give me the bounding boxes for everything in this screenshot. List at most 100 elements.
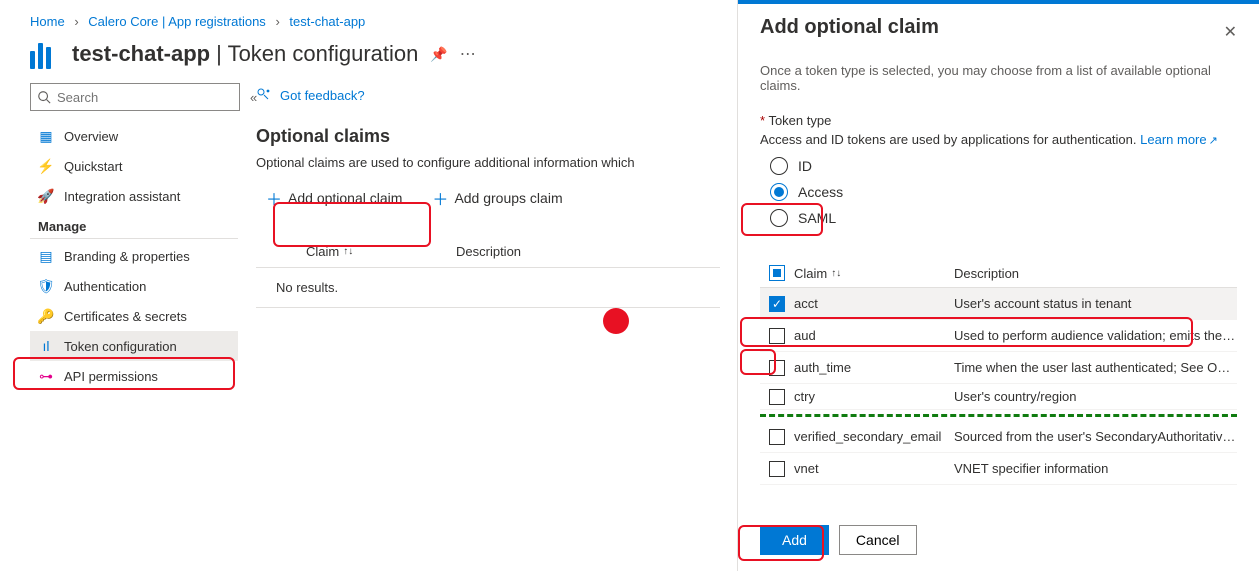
claim-name: vnet: [794, 461, 954, 476]
claim-name: acct: [794, 296, 954, 311]
checkbox-icon[interactable]: [769, 360, 785, 376]
claim-name: ctry: [794, 389, 954, 404]
pin-icon[interactable]: 📌: [430, 46, 447, 63]
claim-desc: User's country/region: [954, 389, 1237, 404]
api-icon: ⊶: [38, 368, 54, 384]
add-optional-claim-button[interactable]: ＋ Add optional claim: [256, 180, 412, 216]
cut-line: [760, 414, 1237, 417]
sort-icon: ↑↓: [831, 268, 841, 279]
app-icon: [30, 39, 60, 69]
checkbox-icon[interactable]: [769, 429, 785, 445]
token-icon: ıl: [38, 338, 54, 354]
sidebar-item-certs[interactable]: 🔑 Certificates & secrets: [30, 301, 238, 331]
panel-title: Add optional claim: [760, 16, 939, 39]
sidebar-label: Authentication: [64, 279, 146, 294]
radio-label: Access: [798, 184, 843, 200]
token-type-label: * Token type: [760, 113, 1237, 128]
sidebar-item-integration[interactable]: 🚀 Integration assistant: [30, 181, 238, 211]
breadcrumb-l2[interactable]: test-chat-app: [289, 14, 365, 29]
add-groups-claim-button[interactable]: ＋ Add groups claim: [422, 180, 572, 216]
checkbox-header-icon[interactable]: [769, 265, 785, 281]
panel-col-desc[interactable]: Description: [954, 266, 1237, 281]
panel-col-claim[interactable]: Claim ↑↓: [794, 266, 954, 281]
claim-row[interactable]: verified_secondary_email Sourced from th…: [760, 421, 1237, 453]
sidebar-label: Quickstart: [64, 159, 123, 174]
close-icon[interactable]: ✕: [1224, 22, 1237, 42]
claim-row[interactable]: auth_time Time when the user last authen…: [760, 352, 1237, 384]
section-desc: Optional claims are used to configure ad…: [256, 155, 720, 170]
branding-icon: ▤: [38, 248, 54, 264]
action-label: Add groups claim: [454, 190, 562, 206]
claim-row[interactable]: aud Used to perform audience validation;…: [760, 320, 1237, 352]
external-link-icon: ↗: [1209, 135, 1218, 147]
sidebar-label: API permissions: [64, 369, 158, 384]
sidebar-item-token[interactable]: ıl Token configuration: [30, 331, 238, 361]
breadcrumb-home[interactable]: Home: [30, 14, 65, 29]
sidebar-item-authentication[interactable]: 🛡 Authentication: [30, 271, 238, 301]
learn-more-link[interactable]: Learn more↗: [1140, 132, 1218, 147]
page-title: test-chat-app | Token configuration: [72, 41, 418, 67]
checkbox-icon[interactable]: [769, 389, 785, 405]
claim-desc: VNET specifier information: [954, 461, 1237, 476]
sidebar-item-api[interactable]: ⊶ API permissions: [30, 361, 238, 391]
claims-table: Claim↑↓ Description No results.: [256, 236, 720, 308]
radio-icon: [770, 183, 788, 201]
sidebar-label: Token configuration: [64, 339, 177, 354]
search-icon: [37, 90, 51, 104]
breadcrumb: Home › Calero Core | App registrations ›…: [30, 14, 730, 29]
radio-label: SAML: [798, 210, 836, 226]
claim-desc: Time when the user last authenticated; S…: [954, 360, 1237, 375]
claim-row[interactable]: ctry User's country/region: [760, 384, 1237, 410]
claim-name: aud: [794, 328, 954, 343]
sort-icon: ↑↓: [343, 246, 353, 257]
feedback-link[interactable]: Got feedback?: [256, 83, 720, 108]
col-claim[interactable]: Claim↑↓: [256, 244, 456, 259]
feedback-icon: [256, 87, 272, 103]
claim-desc: Sourced from the user's SecondaryAuthori…: [954, 429, 1237, 444]
radio-access[interactable]: Access: [770, 179, 1237, 205]
sidebar-section-manage: Manage: [30, 211, 238, 239]
no-results-row: No results.: [256, 268, 720, 308]
add-claim-panel: Add optional claim ✕ Once a token type i…: [737, 0, 1259, 571]
more-icon[interactable]: ⋯: [460, 44, 477, 64]
sidebar-label: Overview: [64, 129, 118, 144]
action-label: Add optional claim: [288, 190, 402, 206]
claim-row[interactable]: vnet VNET specifier information: [760, 453, 1237, 485]
section-title: Optional claims: [256, 126, 720, 147]
checkbox-icon[interactable]: [769, 461, 785, 477]
annotation-dot: [603, 308, 629, 334]
plus-icon: ＋: [266, 186, 282, 210]
claim-name: verified_secondary_email: [794, 429, 954, 444]
radio-icon: [770, 209, 788, 227]
sidebar-label: Integration assistant: [64, 189, 180, 204]
breadcrumb-l1[interactable]: Calero Core | App registrations: [88, 14, 266, 29]
sidebar-label: Certificates & secrets: [64, 309, 187, 324]
sidebar-item-overview[interactable]: ▦ Overview: [30, 121, 238, 151]
cancel-button[interactable]: Cancel: [839, 525, 917, 555]
checkbox-icon[interactable]: [769, 328, 785, 344]
claim-name: auth_time: [794, 360, 954, 375]
claim-desc: Used to perform audience validation; emi…: [954, 328, 1237, 343]
claim-row[interactable]: ✓ acct User's account status in tenant: [760, 288, 1237, 320]
search-input[interactable]: [57, 90, 233, 105]
radio-saml[interactable]: SAML: [770, 205, 1237, 231]
feedback-label: Got feedback?: [280, 88, 365, 103]
auth-icon: 🛡: [38, 278, 54, 294]
overview-icon: ▦: [38, 128, 54, 144]
radio-id[interactable]: ID: [770, 153, 1237, 179]
rocket-icon: 🚀: [38, 188, 54, 204]
radio-label: ID: [798, 158, 812, 174]
add-button[interactable]: Add: [760, 525, 829, 555]
checkbox-icon[interactable]: ✓: [769, 296, 785, 312]
key-icon: 🔑: [38, 308, 54, 324]
sidebar-item-branding[interactable]: ▤ Branding & properties: [30, 241, 238, 271]
sidebar-search[interactable]: [30, 83, 240, 111]
panel-claims-table: Claim ↑↓ Description ✓ acct User's accou…: [760, 259, 1237, 485]
col-desc[interactable]: Description: [456, 244, 521, 259]
sidebar-item-quickstart[interactable]: ⚡ Quickstart: [30, 151, 238, 181]
panel-intro: Once a token type is selected, you may c…: [760, 63, 1237, 93]
sidebar-label: Branding & properties: [64, 249, 190, 264]
plus-icon: ＋: [432, 186, 448, 210]
quickstart-icon: ⚡: [38, 158, 54, 174]
token-hint: Access and ID tokens are used by applica…: [760, 132, 1237, 147]
